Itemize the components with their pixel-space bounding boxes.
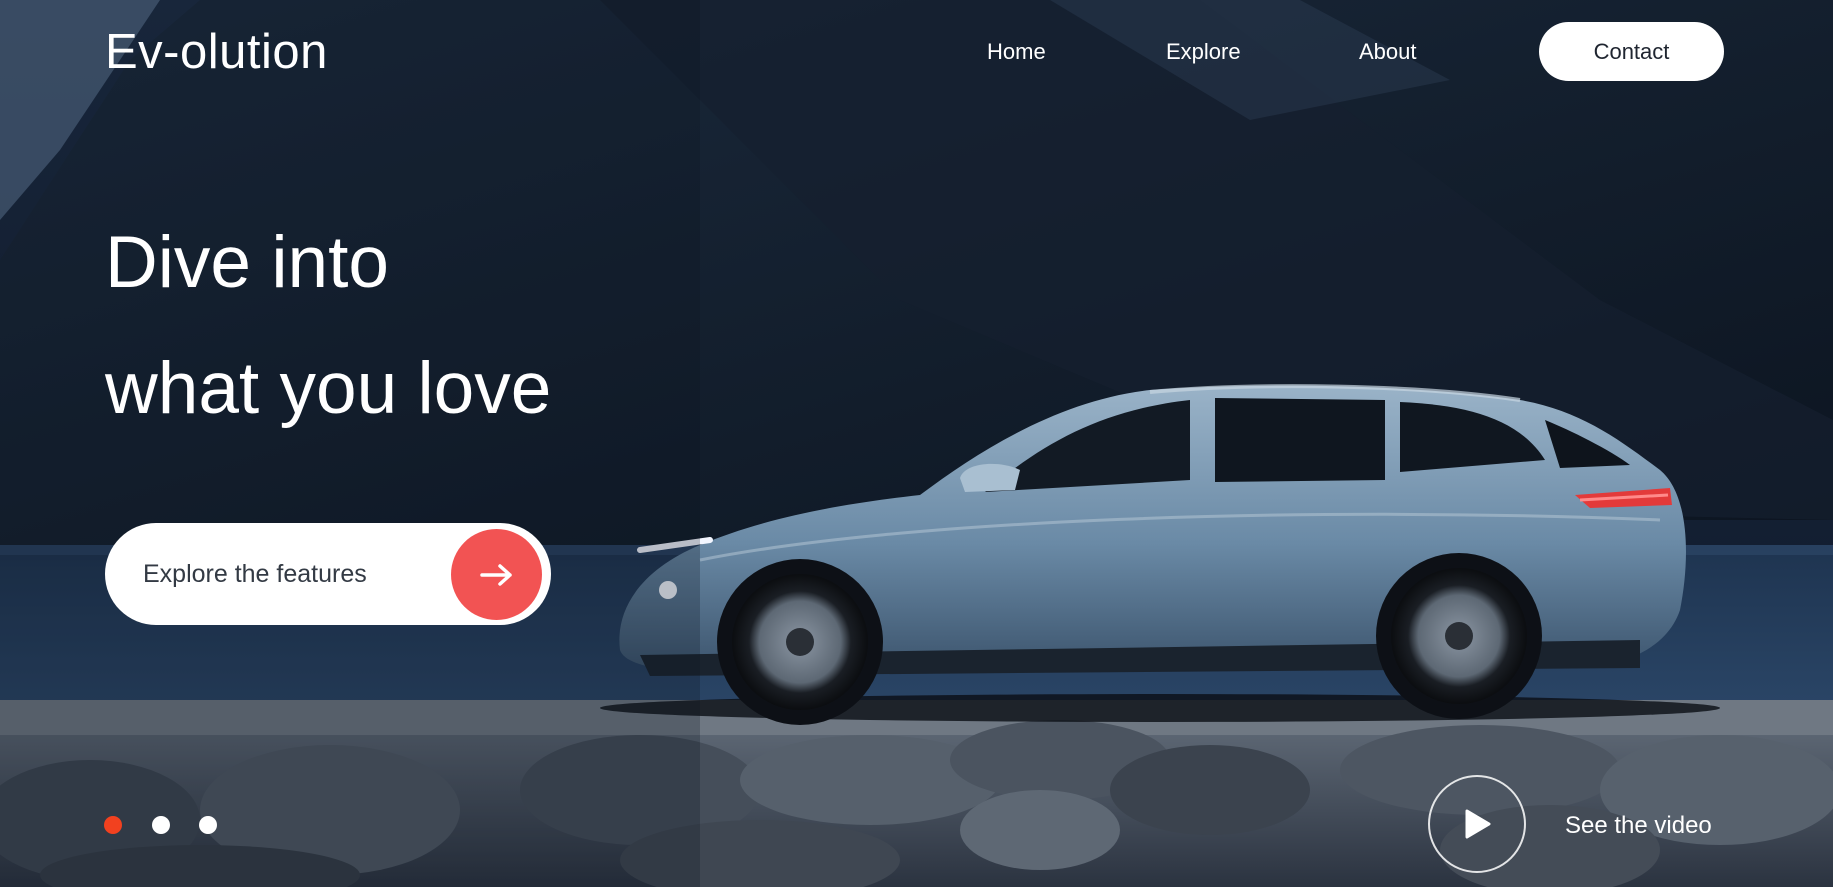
slider-dot-2[interactable] bbox=[152, 816, 170, 834]
slider-dot-1[interactable] bbox=[104, 816, 122, 834]
contact-button[interactable]: Contact bbox=[1539, 22, 1724, 81]
explore-features-label: Explore the features bbox=[143, 560, 367, 588]
arrow-right-icon[interactable] bbox=[451, 529, 542, 620]
slider-dot-3[interactable] bbox=[199, 816, 217, 834]
play-icon bbox=[1465, 809, 1491, 839]
nav-link-about[interactable]: About bbox=[1359, 38, 1417, 66]
brand-logo[interactable]: Ev-olution bbox=[105, 22, 328, 82]
explore-features-button[interactable]: Explore the features bbox=[105, 523, 551, 625]
nav-link-explore[interactable]: Explore bbox=[1166, 38, 1241, 66]
play-video-button[interactable] bbox=[1428, 775, 1526, 873]
hero-title: Dive into what you love bbox=[105, 200, 551, 452]
see-video-link[interactable]: See the video bbox=[1565, 811, 1712, 841]
nav-link-home[interactable]: Home bbox=[987, 38, 1046, 66]
hero-title-line-1: Dive into bbox=[105, 222, 390, 303]
hero-title-line-2: what you love bbox=[105, 348, 552, 429]
site-header: Ev-olution Home Explore About Contact bbox=[0, 0, 1833, 110]
